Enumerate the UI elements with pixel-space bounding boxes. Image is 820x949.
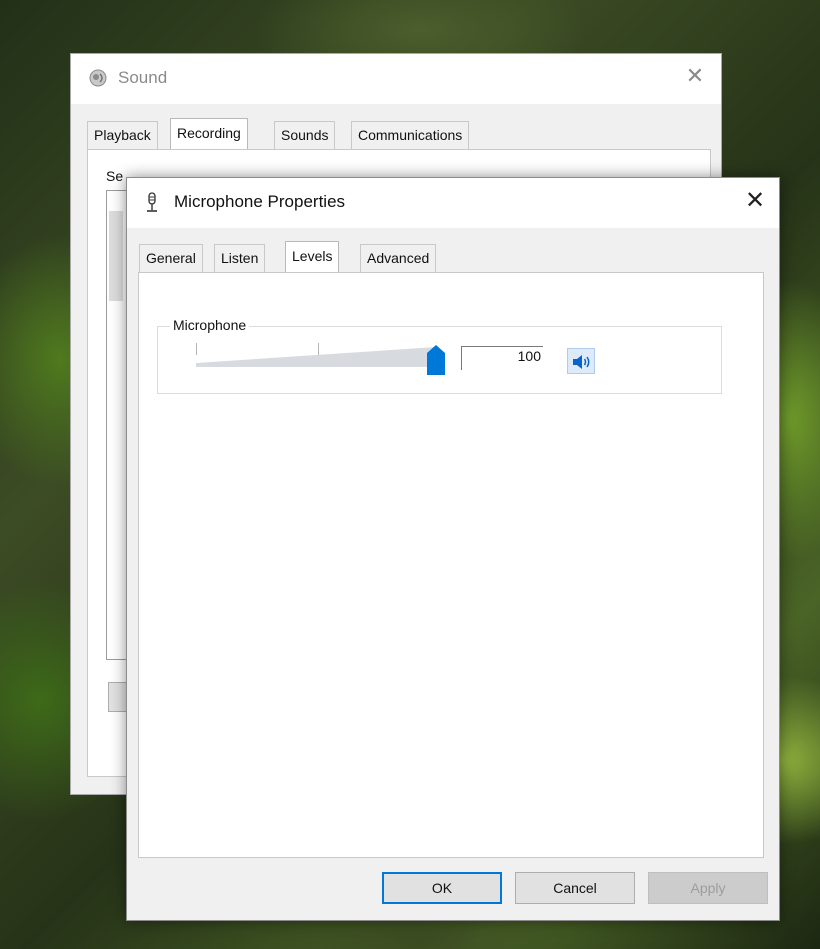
tab-listen[interactable]: Listen bbox=[214, 244, 266, 272]
mic-titlebar: Microphone Properties ✕ bbox=[127, 178, 779, 228]
sound-panel-text: Se bbox=[106, 168, 124, 184]
mute-toggle-button[interactable] bbox=[567, 348, 595, 374]
sound-window-title: Sound bbox=[118, 68, 168, 87]
ok-button[interactable]: OK bbox=[382, 872, 502, 904]
speaker-icon bbox=[573, 355, 590, 369]
apply-button[interactable]: Apply bbox=[648, 872, 768, 904]
mic-window-title: Microphone Properties bbox=[174, 192, 346, 211]
slider-tick bbox=[196, 343, 197, 355]
slider-thumb[interactable] bbox=[427, 345, 445, 375]
tab-general[interactable]: General bbox=[139, 244, 203, 272]
device-list-scrollbar[interactable] bbox=[109, 211, 123, 301]
tab-advanced[interactable]: Advanced bbox=[360, 244, 437, 272]
tab-levels[interactable]: Levels bbox=[285, 241, 340, 273]
microphone-level-group: Microphone 100 bbox=[157, 317, 722, 394]
tab-sounds[interactable]: Sounds bbox=[274, 121, 336, 149]
mic-close-button[interactable]: ✕ bbox=[743, 188, 767, 214]
sound-close-button[interactable]: ✕ bbox=[683, 64, 707, 88]
slider-ramp bbox=[196, 347, 436, 367]
levels-tab-panel: Microphone 100 bbox=[138, 272, 764, 858]
sound-titlebar: Sound ✕ bbox=[71, 54, 721, 104]
level-value-field[interactable]: 100 bbox=[461, 346, 543, 370]
sound-app-icon bbox=[89, 69, 107, 87]
microphone-properties-window: Microphone Properties ✕ General Listen L… bbox=[126, 177, 780, 921]
tab-communications[interactable]: Communications bbox=[351, 121, 470, 149]
microphone-level-slider[interactable] bbox=[196, 343, 445, 375]
microphone-group-label: Microphone bbox=[170, 317, 250, 333]
cancel-button[interactable]: Cancel bbox=[515, 872, 635, 904]
tab-playback[interactable]: Playback bbox=[87, 121, 158, 149]
microphone-icon bbox=[147, 192, 157, 212]
slider-tick bbox=[318, 343, 319, 355]
tab-recording[interactable]: Recording bbox=[170, 118, 248, 150]
